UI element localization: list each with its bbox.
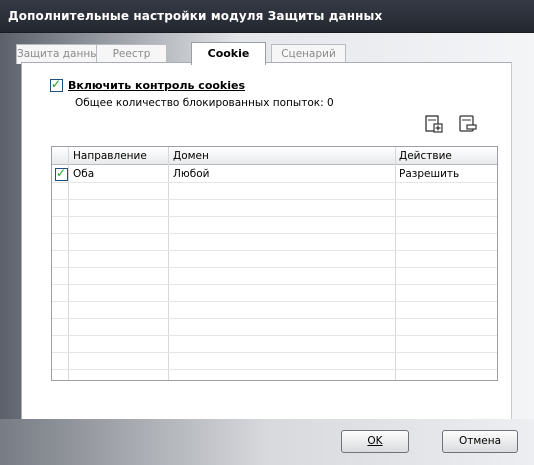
title-bar[interactable]: Дополнительные настройки модуля Защиты д… (0, 0, 534, 33)
column-header-action[interactable]: Действие (399, 150, 452, 162)
tab-cookie[interactable]: Cookie (191, 42, 266, 65)
enable-cookie-control-label[interactable]: Включить контроль cookies (68, 79, 245, 92)
checkmark-icon: ✓ (56, 166, 67, 180)
column-header-direction[interactable]: Направление (73, 150, 147, 162)
ok-button[interactable]: OK (341, 430, 409, 453)
blocked-attempts-info: Общее количество блокированных попыток: … (75, 97, 334, 109)
table-cell-domain: Любой (173, 168, 210, 180)
tab-data-protection[interactable]: Защита данных (16, 44, 98, 64)
edit-rule-button[interactable] (458, 114, 478, 134)
cancel-button[interactable]: Отмена (442, 430, 518, 453)
add-rule-icon (425, 115, 443, 133)
checkmark-icon: ✓ (51, 77, 62, 91)
add-rule-button[interactable] (424, 114, 444, 134)
enable-cookie-control-text: Включить контроль cookies (68, 79, 246, 92)
window-title: Дополнительные настройки модуля Защиты д… (8, 9, 383, 23)
column-header-domain[interactable]: Домен (173, 150, 209, 162)
edit-rule-icon (459, 115, 477, 132)
table-row-checkbox[interactable]: ✓ (55, 166, 68, 181)
ok-button-label: OK (367, 435, 383, 447)
dialog-client-area: Защита данных Реестр Cookie Сценарий ✓ В… (0, 33, 534, 465)
table-cell-action: Разрешить (399, 168, 460, 180)
rules-table[interactable]: Направление Домен Действие ✓ Оба Любой Р… (51, 146, 498, 381)
cancel-button-label: Отмена (458, 435, 502, 447)
tab-registry[interactable]: Реестр (96, 44, 167, 64)
tab-script[interactable]: Сценарий (271, 44, 346, 64)
table-cell-direction: Оба (73, 168, 95, 180)
enable-cookie-control-checkbox[interactable]: ✓ (50, 77, 63, 92)
dialog-window: Дополнительные настройки модуля Защиты д… (0, 0, 534, 465)
